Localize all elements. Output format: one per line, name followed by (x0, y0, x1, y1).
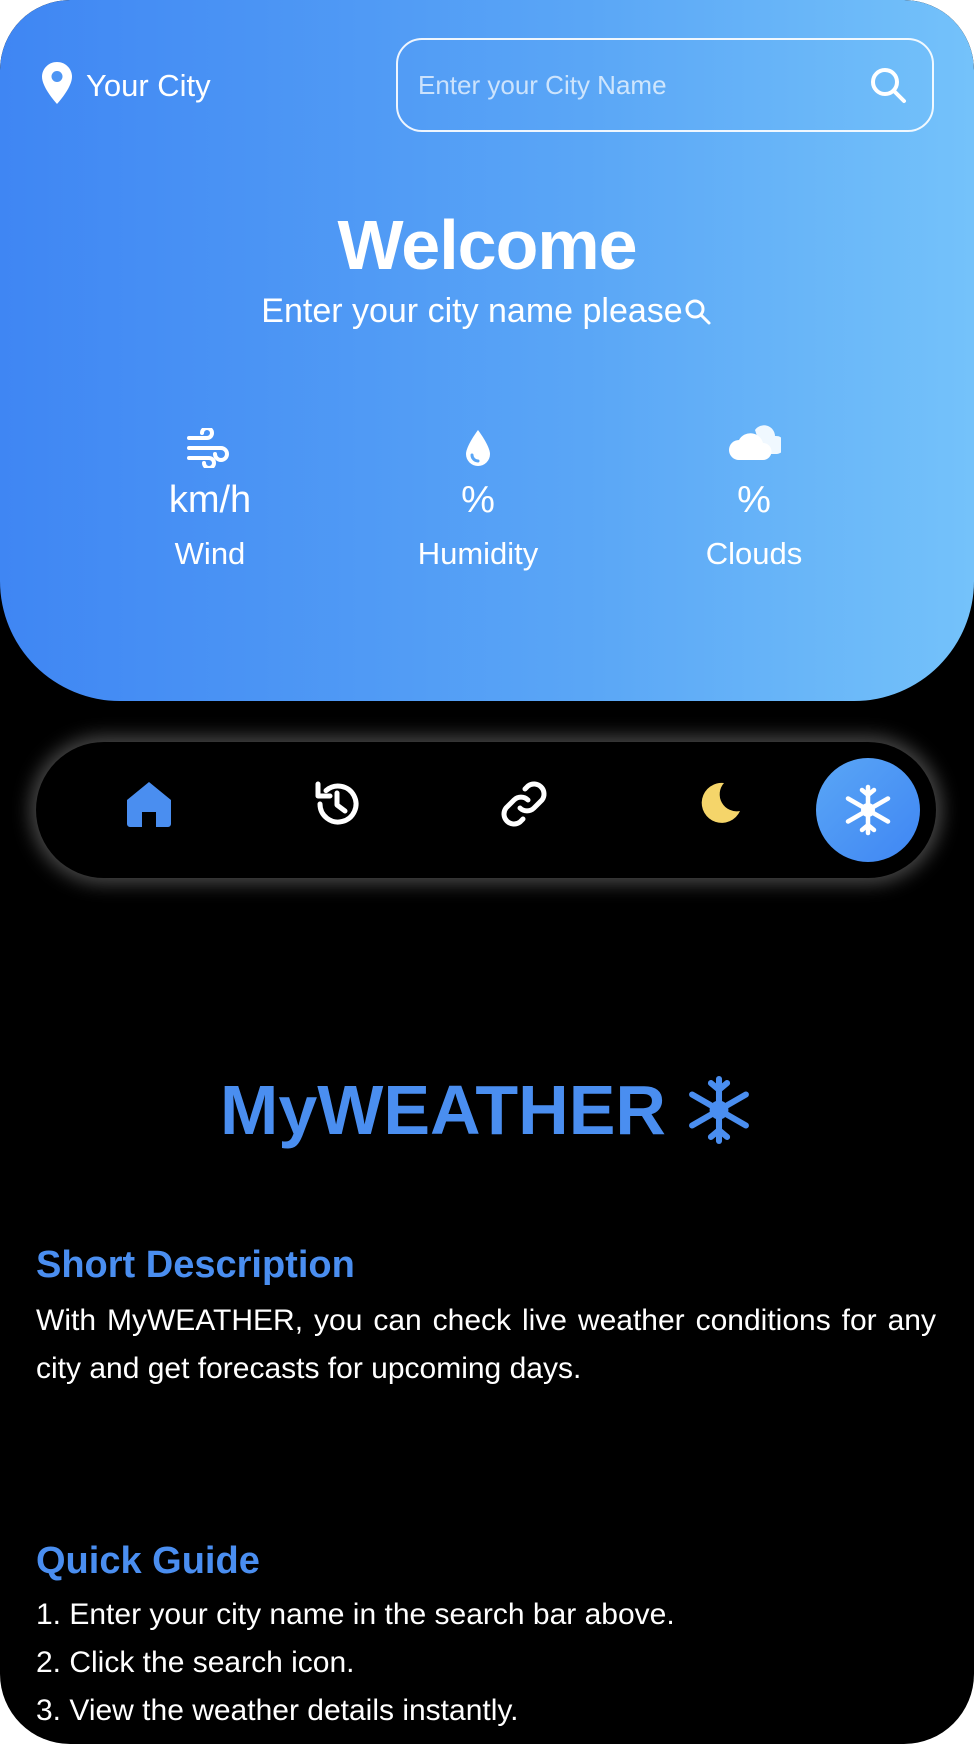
subtitle-text: Enter your city name please (261, 292, 683, 330)
description-heading: Short Description (36, 1244, 355, 1286)
search-icon (871, 68, 906, 103)
nav-history-button[interactable] (285, 752, 389, 856)
history-icon (315, 781, 359, 825)
welcome-subtitle: Enter your city name please (0, 292, 974, 331)
guide-step: 1. Enter your city name in the search ba… (36, 1598, 675, 1631)
description-section: Short Description With MyWEATHER, you ca… (36, 1244, 936, 1393)
snowflake-title-icon (689, 1076, 749, 1144)
nav-link-button[interactable] (472, 752, 576, 856)
search-button[interactable] (866, 63, 910, 107)
wind-stat: km/h Wind (90, 426, 330, 572)
cloud-icon (729, 425, 786, 460)
moon-icon (701, 782, 740, 823)
wind-label: Wind (174, 536, 246, 571)
app-title: MyWEATHER (0, 1070, 974, 1150)
link-icon (501, 781, 547, 827)
app-title-text: MyWEATHER (220, 1071, 666, 1149)
clouds-value: % (737, 479, 771, 521)
guide-step: 3. View the weather details instantly. (36, 1694, 519, 1727)
guide-steps: 1. Enter your city name in the search ba… (36, 1591, 936, 1735)
guide-step: 2. Click the search icon. (36, 1646, 355, 1679)
nav-theme-button[interactable] (667, 752, 771, 856)
bottom-navbar (36, 742, 936, 878)
wind-icon (187, 426, 229, 470)
guide-section: Quick Guide 1. Enter your city name in t… (36, 1540, 936, 1735)
guide-heading: Quick Guide (36, 1540, 260, 1582)
clouds-stat: % Clouds (634, 424, 874, 572)
wind-value: km/h (168, 479, 252, 521)
nav-snow-button[interactable] (816, 758, 920, 862)
humidity-stat: % Humidity (358, 428, 598, 572)
clouds-label: Clouds (705, 536, 803, 571)
app-screen: Your City Welcome Enter your city name p… (0, 0, 974, 1744)
snowflake-icon (845, 784, 891, 836)
droplet-icon (466, 430, 490, 466)
weather-header: Your City Welcome Enter your city name p… (0, 0, 974, 701)
search-small-icon (685, 299, 711, 324)
location: Your City (42, 62, 211, 109)
city-search-input[interactable] (416, 68, 866, 102)
humidity-value: % (461, 479, 495, 521)
description-text: With MyWEATHER, you can check live weath… (36, 1304, 936, 1385)
location-pin-icon (42, 62, 72, 109)
location-label: Your City (86, 67, 211, 103)
home-icon (127, 782, 171, 827)
humidity-label: Humidity (417, 536, 539, 571)
search-box (396, 38, 934, 132)
nav-home-button[interactable] (97, 752, 201, 856)
welcome-heading: Welcome (337, 206, 637, 284)
